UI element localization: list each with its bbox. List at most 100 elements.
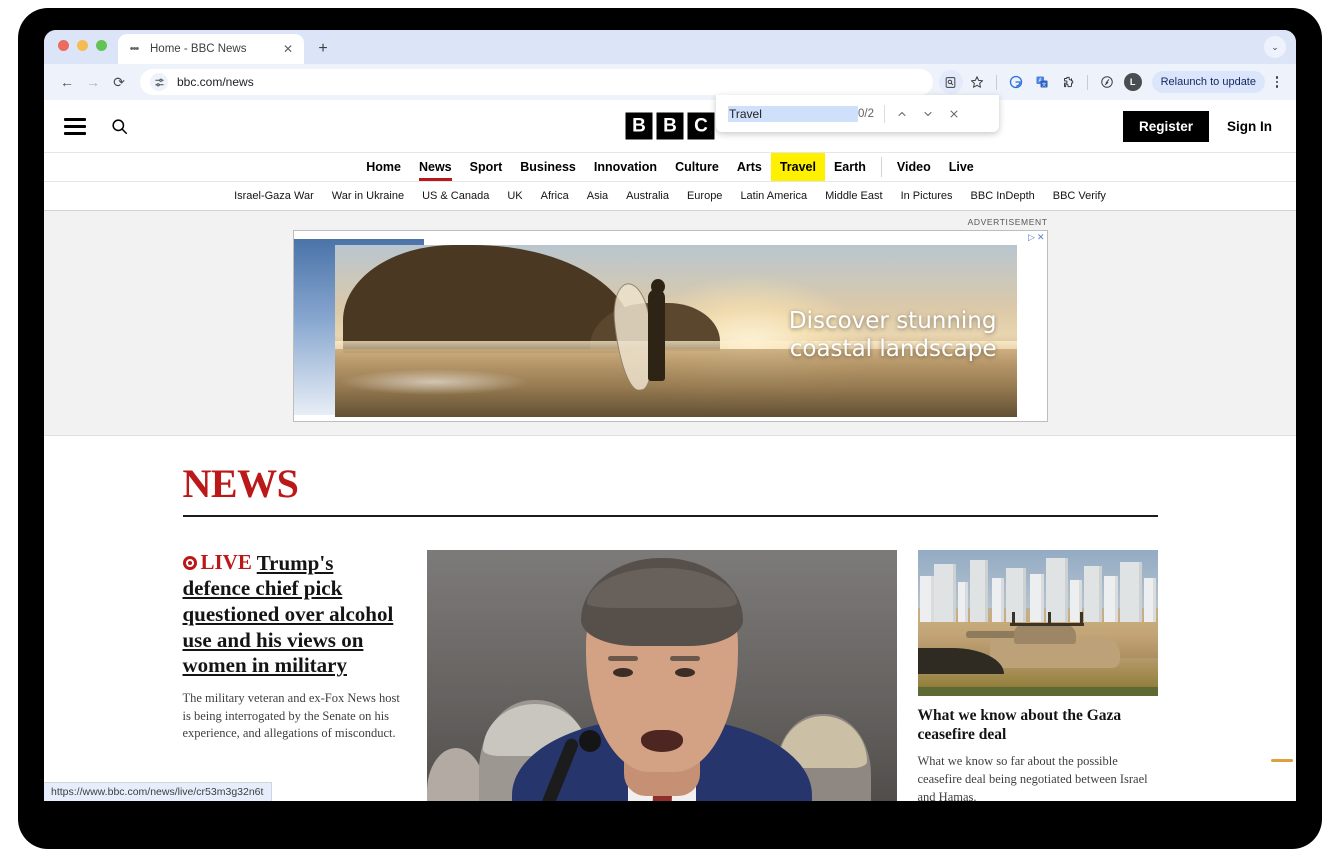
profile-avatar[interactable]: L bbox=[1121, 70, 1145, 94]
advertisement-label: ADVERTISEMENT bbox=[967, 217, 1048, 227]
subnav-item-middle-east[interactable]: Middle East bbox=[816, 190, 891, 202]
address-bar[interactable]: bbc.com/news bbox=[140, 69, 933, 95]
browser-window: ••• Home - BBC News ✕ + ⌄ ← → ⟳ bbc.com/… bbox=[44, 30, 1296, 801]
subnav-item-bbc-verify[interactable]: BBC Verify bbox=[1044, 190, 1115, 202]
register-button[interactable]: Register bbox=[1122, 110, 1209, 142]
back-button[interactable]: ← bbox=[54, 69, 80, 95]
ad-close-icon[interactable]: ✕ bbox=[1037, 232, 1045, 243]
subnav-item-europe[interactable]: Europe bbox=[678, 190, 731, 202]
find-match-count: 0/2 bbox=[858, 107, 874, 120]
nav-item-news[interactable]: News bbox=[410, 153, 461, 181]
find-in-page-bar: Travel 0/2 bbox=[716, 95, 999, 132]
lead-story: LIVE Trump's defence chief pick question… bbox=[182, 550, 406, 801]
subnav-item-us-canada[interactable]: US & Canada bbox=[413, 190, 498, 202]
svg-text:文: 文 bbox=[1041, 81, 1046, 88]
top-stories-grid: LIVE Trump's defence chief pick question… bbox=[182, 550, 1158, 801]
photo-building bbox=[1119, 562, 1142, 622]
photo-subject-eyebrow-left bbox=[607, 656, 638, 661]
photo-building bbox=[1083, 566, 1102, 622]
extensions-puzzle-icon[interactable] bbox=[1056, 70, 1080, 94]
nav-item-business[interactable]: Business bbox=[511, 153, 585, 181]
subnav-item-latin-america[interactable]: Latin America bbox=[731, 190, 816, 202]
secondary-headline[interactable]: What we know about the Gaza ceasefire de… bbox=[918, 707, 1158, 744]
subnav-item-in-pictures[interactable]: In Pictures bbox=[892, 190, 962, 202]
photo-building bbox=[969, 560, 988, 622]
nav-item-home[interactable]: Home bbox=[357, 153, 410, 181]
primary-nav-items: Home News Sport Business Innovation Culture Ar… bbox=[357, 153, 983, 181]
secondary-story: What we know about the Gaza ceasefire de… bbox=[917, 550, 1158, 801]
browser-tab[interactable]: ••• Home - BBC News ✕ bbox=[118, 34, 304, 64]
scrollbar-indicator[interactable] bbox=[1271, 759, 1293, 762]
nav-item-sport[interactable]: Sport bbox=[461, 153, 512, 181]
relaunch-to-update-button[interactable]: Relaunch to update bbox=[1151, 71, 1265, 93]
secondary-story-photo[interactable] bbox=[917, 550, 1158, 696]
tab-search-chevron-down-icon[interactable]: ⌄ bbox=[1264, 36, 1286, 58]
adchoices-controls[interactable]: ▷ ✕ bbox=[1028, 232, 1044, 243]
site-settings-tune-icon[interactable] bbox=[150, 73, 168, 91]
photo-building bbox=[1005, 568, 1026, 622]
page-title: NEWS bbox=[182, 461, 299, 506]
new-tab-button[interactable]: + bbox=[312, 38, 334, 60]
photo-subject-eye-right bbox=[674, 668, 695, 677]
nav-item-arts[interactable]: Arts bbox=[728, 153, 771, 181]
subnav-item-australia[interactable]: Australia bbox=[617, 190, 678, 202]
live-badge: LIVE bbox=[182, 550, 252, 576]
find-in-page-icon[interactable] bbox=[938, 70, 963, 94]
nav-divider bbox=[880, 157, 882, 177]
photo-background-person-3 bbox=[426, 748, 485, 801]
photo-building bbox=[1029, 574, 1044, 622]
nav-item-travel[interactable]: Travel bbox=[770, 153, 825, 181]
nav-item-live[interactable]: Live bbox=[940, 153, 983, 181]
subnav-item-bbc-indepth[interactable]: BBC InDepth bbox=[962, 190, 1044, 202]
photo-microphone-head bbox=[578, 730, 601, 752]
search-icon[interactable] bbox=[108, 115, 130, 137]
close-window-button[interactable] bbox=[58, 40, 69, 51]
reload-button[interactable]: ⟳ bbox=[106, 69, 132, 95]
nav-item-innovation[interactable]: Innovation bbox=[585, 153, 666, 181]
find-next-icon[interactable] bbox=[915, 101, 941, 127]
grammarly-icon[interactable] bbox=[1004, 70, 1028, 94]
subnav-item-asia[interactable]: Asia bbox=[578, 190, 617, 202]
avatar-initial: L bbox=[1123, 73, 1142, 91]
nav-item-culture[interactable]: Culture bbox=[666, 153, 728, 181]
bookmark-star-icon[interactable] bbox=[965, 70, 989, 94]
window-controls bbox=[58, 40, 107, 51]
url-text: bbc.com/news bbox=[177, 75, 254, 89]
subnav-item-israel-gaza-war[interactable]: Israel-Gaza War bbox=[225, 190, 323, 202]
subnav-item-war-in-ukraine[interactable]: War in Ukraine bbox=[323, 190, 413, 202]
translate-icon[interactable]: A 文 bbox=[1030, 70, 1054, 94]
performance-icon[interactable] bbox=[1095, 70, 1119, 94]
ad-headline-line-1: Discover stunning bbox=[788, 308, 997, 335]
subnav-item-uk[interactable]: UK bbox=[498, 190, 531, 202]
photo-building bbox=[957, 582, 968, 622]
toolbar-divider-2 bbox=[1086, 74, 1088, 90]
find-input[interactable]: Travel bbox=[728, 105, 858, 122]
sign-in-link[interactable]: Sign In bbox=[1227, 119, 1272, 134]
photo-subject-mouth bbox=[640, 730, 683, 752]
lead-headline[interactable]: LIVE Trump's defence chief pick question… bbox=[182, 550, 406, 679]
hamburger-menu-icon[interactable] bbox=[64, 117, 86, 135]
photo-building bbox=[1143, 578, 1156, 622]
lead-story-photo[interactable] bbox=[426, 550, 897, 801]
subnav-item-africa[interactable]: Africa bbox=[532, 190, 578, 202]
photo-tank-turret bbox=[1013, 624, 1076, 644]
ad-headline-line-2: coastal landscape bbox=[789, 336, 997, 363]
maximize-window-button[interactable] bbox=[96, 40, 107, 51]
nav-item-video[interactable]: Video bbox=[888, 153, 940, 181]
status-bar-url: https://www.bbc.com/news/live/cr53m3g32n… bbox=[44, 782, 273, 801]
photo-building bbox=[991, 578, 1004, 622]
photo-city-skyline bbox=[918, 556, 1158, 622]
advertisement-banner[interactable]: ▷ ✕ Discover stunning coastal landscape bbox=[292, 230, 1048, 422]
ad-surf-foam bbox=[338, 369, 529, 395]
nav-item-earth[interactable]: Earth bbox=[825, 153, 875, 181]
chrome-menu-kebab-icon[interactable] bbox=[1268, 76, 1286, 88]
page-viewport: B B C Register Sign In Home News Sport Busi… bbox=[44, 100, 1296, 801]
find-close-icon[interactable] bbox=[941, 101, 967, 127]
find-previous-icon[interactable] bbox=[889, 101, 915, 127]
adchoices-triangle-icon[interactable]: ▷ bbox=[1028, 232, 1035, 243]
bbc-logo[interactable]: B B C bbox=[625, 112, 715, 140]
masthead-actions: Register Sign In bbox=[1122, 110, 1296, 142]
minimize-window-button[interactable] bbox=[77, 40, 88, 51]
bbc-logo-letter-c: C bbox=[687, 112, 715, 140]
tab-close-icon[interactable]: ✕ bbox=[280, 41, 296, 57]
